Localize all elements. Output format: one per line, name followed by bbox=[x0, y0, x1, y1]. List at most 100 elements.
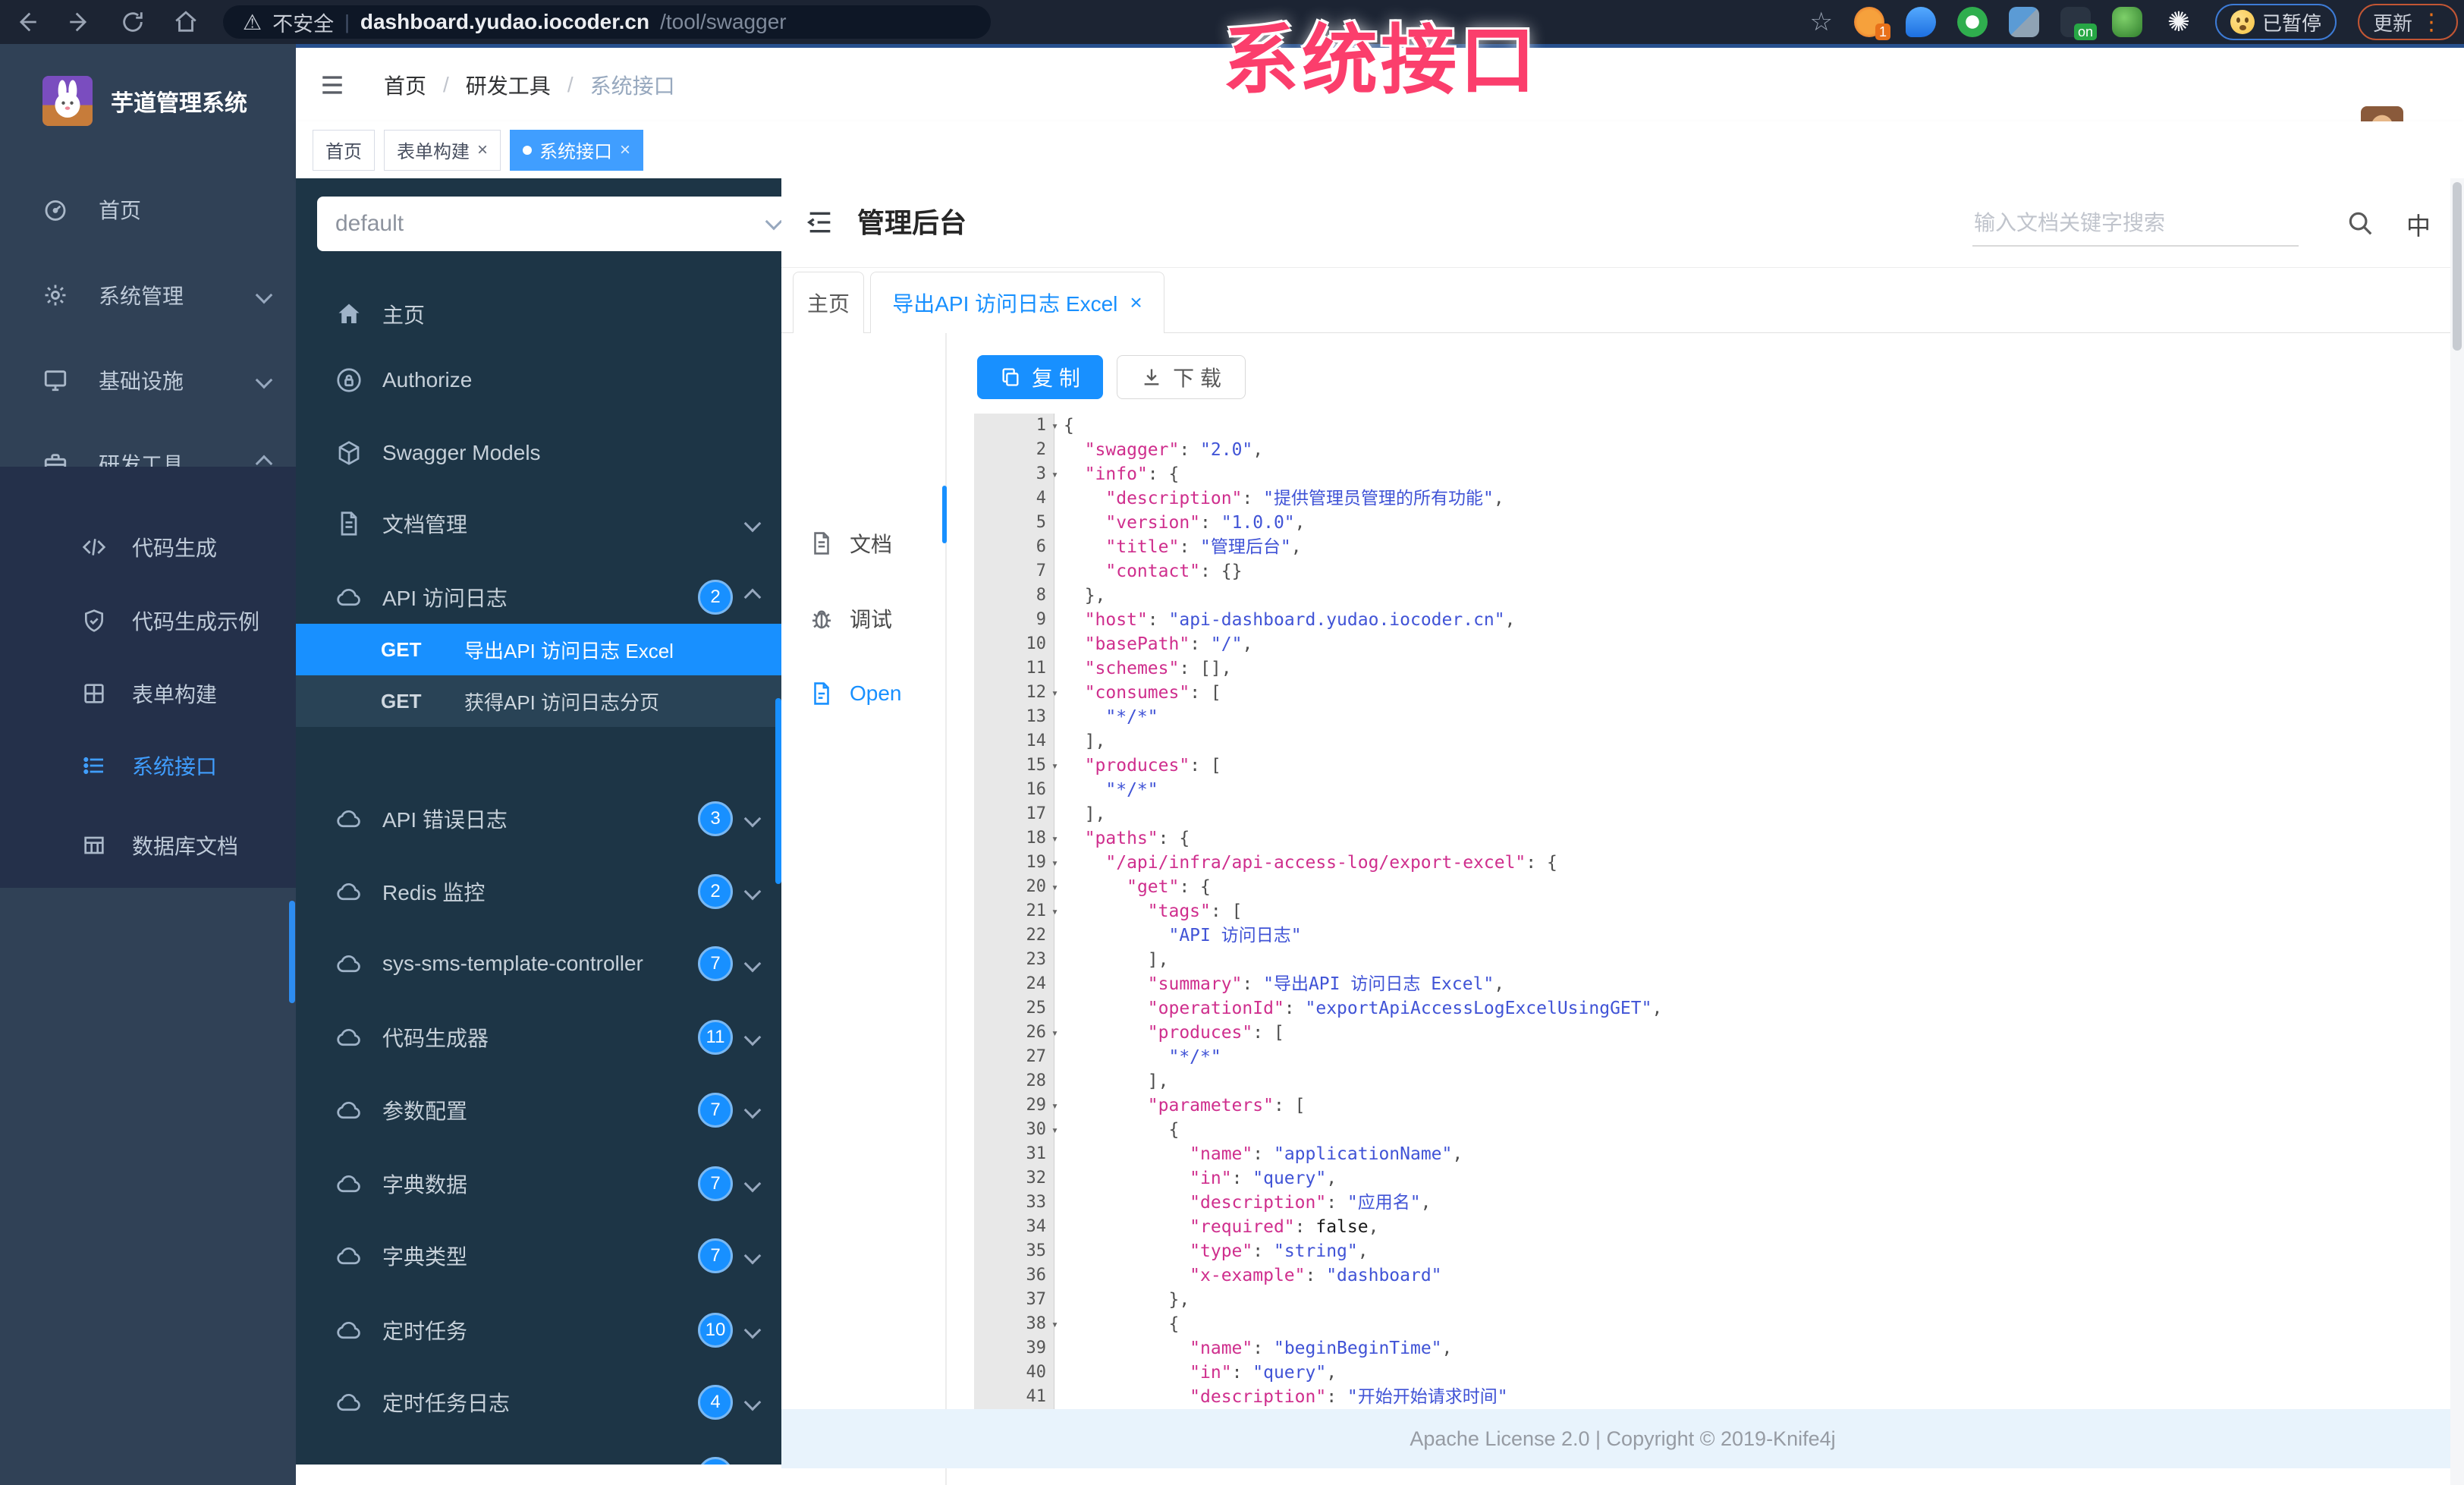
fold-caret-icon[interactable]: ▾ bbox=[1051, 875, 1058, 899]
back-icon[interactable] bbox=[0, 0, 53, 44]
sidebar-subitem-1[interactable]: 代码生成 bbox=[0, 511, 296, 584]
line-number: 17 bbox=[1026, 804, 1047, 823]
download-button[interactable]: 下 载 bbox=[1117, 355, 1246, 399]
api-group[interactable]: 定时任务日志 4 bbox=[296, 1366, 781, 1439]
cloud-icon bbox=[335, 1389, 363, 1416]
extension-icon[interactable]: on bbox=[2060, 7, 2097, 40]
sidebar-subitem-label: 数据库文档 bbox=[132, 835, 239, 858]
doc-search-input[interactable] bbox=[1972, 200, 2302, 247]
api-endpoint-active[interactable]: GET 导出API 访问日志 Excel bbox=[296, 624, 781, 675]
view-tag[interactable]: 表单构建 × bbox=[384, 129, 501, 171]
editor-gutter[interactable]: 1 ▾ 2 3 ▾ 4 5 6 7 8 9 10 11 12 ▾ 13 14 15 ▾ 16 17 18 ▾ 19 ▾ 20 ▾ 21… bbox=[974, 414, 1059, 1409]
sidebar-subitem-2[interactable]: 代码生成示例 bbox=[0, 584, 296, 657]
swagger-nav-Authorize[interactable]: Authorize bbox=[296, 344, 781, 417]
extension-icon[interactable] bbox=[1956, 7, 1988, 37]
api-group[interactable]: API 访问日志 2 bbox=[296, 561, 781, 634]
code-editor[interactable]: { "swagger": "2.0", "info": { "descripti… bbox=[1064, 414, 2444, 1409]
view-tag[interactable]: 首页 bbox=[313, 129, 375, 171]
bookmark-star-icon[interactable]: ☆ bbox=[1809, 7, 1832, 37]
sidebar-subitem-4[interactable]: 系统接口 bbox=[0, 729, 296, 802]
collapse-sidebar-icon[interactable] bbox=[804, 207, 836, 238]
doc-tab-label: 导出API 访问日志 Excel bbox=[892, 292, 1118, 316]
line-number: 20 ▾ bbox=[974, 875, 1059, 899]
fold-caret-icon[interactable]: ▾ bbox=[1051, 681, 1058, 705]
fold-caret-icon[interactable]: ▾ bbox=[1051, 1021, 1058, 1045]
api-group[interactable]: 字典类型 7 bbox=[296, 1219, 781, 1292]
api-endpoint[interactable]: GET 获得API 访问日志分页 bbox=[296, 675, 781, 727]
sidebar-item-label: 首页 bbox=[99, 199, 142, 222]
hamburger-icon[interactable] bbox=[317, 72, 347, 98]
search-icon[interactable] bbox=[2346, 209, 2374, 238]
app-logo-row[interactable]: 芋道管理系统 bbox=[0, 59, 296, 143]
fold-caret-icon[interactable]: ▾ bbox=[1051, 899, 1058, 923]
doc-tab[interactable]: 主页 bbox=[793, 272, 864, 333]
extension-icon[interactable] bbox=[1905, 7, 1936, 37]
view-tag[interactable]: 系统接口 × bbox=[510, 129, 644, 171]
extension-icon[interactable] bbox=[2008, 7, 2039, 37]
fold-caret-icon[interactable]: ▾ bbox=[1051, 1312, 1058, 1336]
panel-tab-文档[interactable]: 文档 bbox=[809, 516, 945, 571]
swagger-sidebar-scrollbar[interactable] bbox=[775, 698, 781, 884]
breadcrumb-item[interactable]: 研发工具 bbox=[466, 70, 551, 100]
api-group[interactable]: 定时任务 10 bbox=[296, 1294, 781, 1367]
copy-button[interactable]: 复 制 bbox=[977, 355, 1103, 399]
sidebar-subitem-3[interactable]: 表单构建 bbox=[0, 657, 296, 730]
line-number: 3 ▾ bbox=[974, 462, 1058, 486]
fold-caret-icon[interactable]: ▾ bbox=[1051, 1093, 1058, 1118]
line-number: 36 bbox=[1026, 1266, 1047, 1285]
forward-icon[interactable] bbox=[53, 0, 106, 44]
api-group[interactable]: 代码生成器 11 bbox=[296, 1001, 781, 1074]
sidebar-item-3[interactable]: 基础设施 bbox=[0, 344, 296, 417]
code-line: ], bbox=[1147, 1071, 1169, 1091]
chevron-up-icon bbox=[743, 588, 762, 606]
fold-caret-icon[interactable]: ▾ bbox=[1051, 754, 1058, 778]
fold-caret-icon[interactable]: ▾ bbox=[1051, 1118, 1058, 1142]
swagger-nav-主页[interactable]: 主页 bbox=[296, 278, 781, 351]
fold-caret-icon[interactable]: ▾ bbox=[1051, 851, 1058, 875]
panel-tab-Open[interactable]: Open bbox=[809, 666, 945, 721]
fold-caret-icon[interactable]: ▾ bbox=[1051, 414, 1058, 438]
http-method-label: GET bbox=[381, 689, 422, 713]
swagger-nav-文档管理[interactable]: 文档管理 bbox=[296, 487, 781, 560]
language-toggle[interactable]: 中 bbox=[2406, 207, 2431, 242]
sidebar-item-2[interactable]: 系统管理 bbox=[0, 259, 296, 332]
line-number: 9 bbox=[1036, 610, 1046, 629]
sidebar-subitem-5[interactable]: 数据库文档 bbox=[0, 809, 296, 882]
kebab-menu-icon[interactable]: ⋮ bbox=[2420, 9, 2443, 36]
breadcrumb-item[interactable]: 首页 bbox=[384, 70, 426, 100]
close-icon[interactable]: × bbox=[477, 140, 488, 161]
extension-icon[interactable]: 1 bbox=[1853, 7, 1890, 40]
code-line: "description": "开始开始请求时间" bbox=[1190, 1387, 1508, 1407]
line-number: 23 bbox=[1026, 950, 1047, 969]
fold-caret-icon[interactable]: ▾ bbox=[1051, 462, 1058, 486]
sidebar-item-1[interactable]: 首页 bbox=[0, 173, 296, 246]
api-group[interactable]: 参数配置 7 bbox=[296, 1074, 781, 1147]
profile-paused-button[interactable]: 已暂停 bbox=[2214, 4, 2337, 40]
sidebar-scrollbar[interactable] bbox=[289, 901, 295, 1003]
address-bar[interactable]: ⚠ 不安全 | dashboard.yudao.iocoder.cn/tool/… bbox=[223, 5, 991, 39]
page-scrollbar-track[interactable] bbox=[2450, 178, 2464, 1485]
close-icon[interactable]: × bbox=[620, 140, 630, 161]
fold-caret-icon[interactable]: ▾ bbox=[1051, 826, 1058, 851]
code-line: "info": { bbox=[1084, 464, 1180, 484]
cloud-icon bbox=[335, 1096, 363, 1124]
page-scrollbar-thumb[interactable] bbox=[2453, 182, 2462, 351]
doc-search-field[interactable] bbox=[1972, 200, 2302, 247]
doc-tab-active[interactable]: 导出API 访问日志 Excel × bbox=[870, 272, 1164, 333]
api-group[interactable]: Redis 监控 2 bbox=[296, 855, 781, 928]
close-icon[interactable]: × bbox=[1130, 291, 1142, 315]
api-group[interactable]: 岗位 bbox=[296, 1438, 781, 1465]
extension-icon[interactable] bbox=[2111, 7, 2142, 37]
browser-update-button[interactable]: 更新 ⋮ bbox=[2357, 4, 2458, 40]
panel-tab-调试[interactable]: 调试 bbox=[809, 591, 945, 646]
api-group[interactable]: sys-sms-template-controller 7 bbox=[296, 927, 781, 1000]
home-icon[interactable] bbox=[159, 0, 212, 44]
reload-icon[interactable] bbox=[106, 0, 159, 44]
extension-icon[interactable]: ✺ bbox=[2164, 6, 2194, 37]
api-group[interactable]: API 错误日志 3 bbox=[296, 782, 781, 855]
swagger-nav-Swagger Models[interactable]: Swagger Models bbox=[296, 417, 781, 489]
api-group[interactable]: 字典数据 7 bbox=[296, 1147, 781, 1220]
line-number: 29 ▾ bbox=[974, 1093, 1059, 1118]
api-group-select[interactable]: default bbox=[317, 197, 781, 251]
line-number: 10 bbox=[1026, 634, 1047, 653]
